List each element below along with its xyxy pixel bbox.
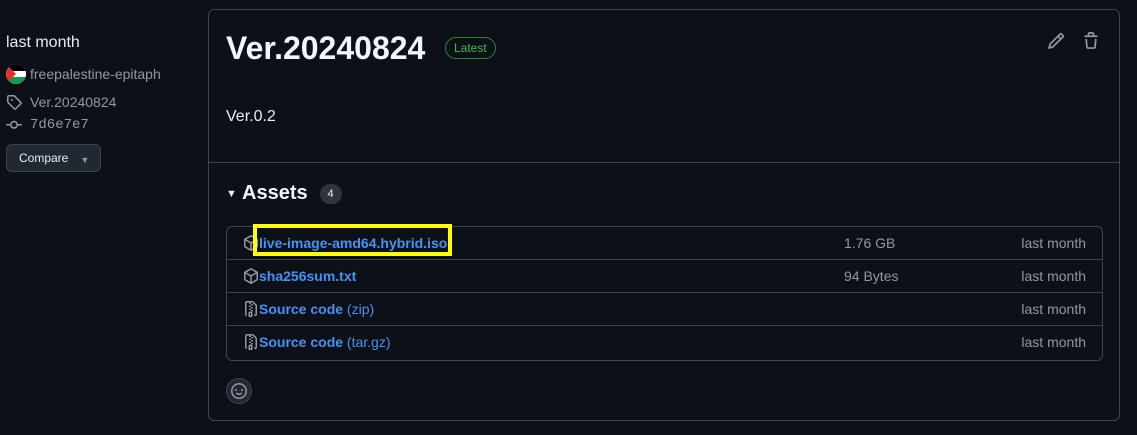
asset-row: live-image-amd64.hybrid.iso 1.76 GB last… [227,224,1102,260]
release-date: last month [6,34,80,51]
asset-date: last month [1021,268,1086,284]
tag-icon [7,95,22,110]
asset-row: Source code (tar.gz) last month [227,326,1102,360]
release-card: Ver.20240824 Latest Ver.0.2 ▼ Assets 4 l… [208,9,1120,421]
compare-label: Compare [19,151,69,165]
assets-toggle[interactable]: ▼ Assets 4 [226,182,342,205]
asset-size: 94 Bytes [844,268,899,284]
git-commit-icon [6,120,22,129]
release-title[interactable]: Ver.20240824 [226,30,425,67]
asset-size: 1.76 GB [844,235,896,251]
asset-row: Source code (zip) last month [227,293,1102,326]
file-zip-icon [245,301,257,317]
tag-name[interactable]: Ver.20240824 [30,94,116,110]
file-zip-icon [245,334,257,350]
author-name[interactable]: freepalestine-epitaph [30,66,161,82]
chevron-down-icon: ▼ [80,155,90,165]
release-notes: Ver.0.2 [226,108,276,125]
asset-date: last month [1021,334,1086,350]
asset-date: last month [1021,301,1086,317]
release-tag[interactable]: Ver.20240824 [6,94,116,110]
asset-link[interactable]: Source code (zip) [259,301,374,317]
commit-sha[interactable]: 7d6e7e7 [30,117,89,133]
compare-button[interactable]: Compare ▼ [6,144,101,172]
trash-icon[interactable] [1082,32,1100,50]
assets-heading: Assets [242,182,308,204]
asset-row: sha256sum.txt 94 Bytes last month [227,260,1102,293]
release-commit[interactable]: 7d6e7e7 [6,117,89,133]
release-author[interactable]: freepalestine-epitaph [6,64,161,84]
asset-link[interactable]: sha256sum.txt [259,268,356,284]
asset-link[interactable]: Source code (tar.gz) [259,334,391,350]
add-reaction-button[interactable] [226,378,252,404]
assets-list: live-image-amd64.hybrid.iso 1.76 GB last… [226,224,1103,361]
asset-link[interactable]: live-image-amd64.hybrid.iso [259,235,447,251]
package-icon [244,268,258,284]
pencil-icon[interactable] [1047,32,1065,50]
divider [209,162,1119,163]
latest-badge: Latest [445,37,496,59]
smiley-icon [231,383,247,399]
triangle-down-icon: ▼ [226,187,237,200]
avatar[interactable] [6,64,26,84]
assets-count-badge: 4 [319,183,342,204]
package-icon [244,235,258,251]
asset-date: last month [1021,235,1086,251]
